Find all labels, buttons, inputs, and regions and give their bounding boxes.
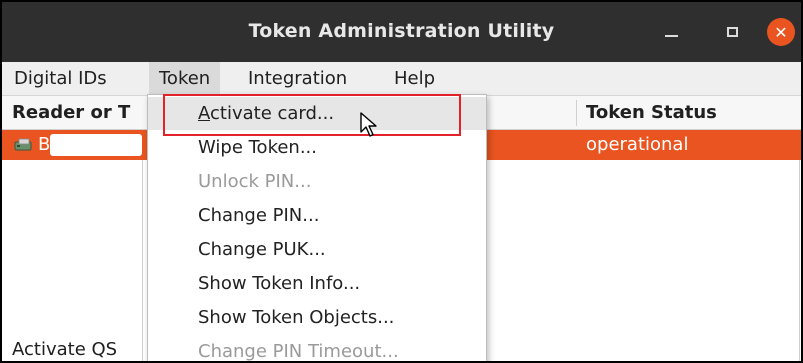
maximize-icon xyxy=(726,27,738,37)
minimize-button[interactable] xyxy=(657,18,685,46)
menu-item-change-puk[interactable]: Change PUK... xyxy=(148,233,486,266)
menu-digital-ids[interactable]: Digital IDs xyxy=(4,62,117,96)
menu-help[interactable]: Help xyxy=(384,62,445,96)
maximize-button[interactable] xyxy=(718,18,746,46)
close-icon: ✕ xyxy=(774,22,788,42)
menu-item-show-token-info[interactable]: Show Token Info... xyxy=(148,267,486,300)
minimize-icon xyxy=(664,35,678,37)
column-header-reader[interactable]: Reader or T xyxy=(12,96,130,130)
status-bar-text: Activate QS xyxy=(12,339,118,360)
token-status: operational xyxy=(586,134,689,155)
column-line xyxy=(799,160,800,361)
highlight-annotation-box xyxy=(163,94,461,136)
menu-integration[interactable]: Integration xyxy=(238,62,357,96)
card-reader-icon xyxy=(14,138,32,151)
menu-bar: Digital IDs Token Integration Help xyxy=(2,62,801,96)
menu-item-change-pin[interactable]: Change PIN... xyxy=(148,199,486,232)
menu-item-unlock-pin: Unlock PIN... xyxy=(198,171,312,192)
menu-item-show-token-objects[interactable]: Show Token Objects... xyxy=(148,301,486,334)
close-button[interactable]: ✕ xyxy=(767,18,795,46)
token-name: B xyxy=(38,134,51,155)
app-window: Token Administration Utility ✕ Digital I… xyxy=(0,0,803,363)
column-line xyxy=(142,160,143,361)
mouse-pointer-icon xyxy=(360,112,377,137)
title-bar[interactable]: Token Administration Utility ✕ xyxy=(2,2,801,62)
column-header-token-status[interactable]: Token Status xyxy=(586,96,717,130)
menu-token[interactable]: Token xyxy=(149,62,221,96)
column-divider[interactable] xyxy=(576,100,577,126)
menu-item-change-pin-timeout: Change PIN Timeout... xyxy=(198,341,399,362)
redaction-mark xyxy=(50,134,142,156)
